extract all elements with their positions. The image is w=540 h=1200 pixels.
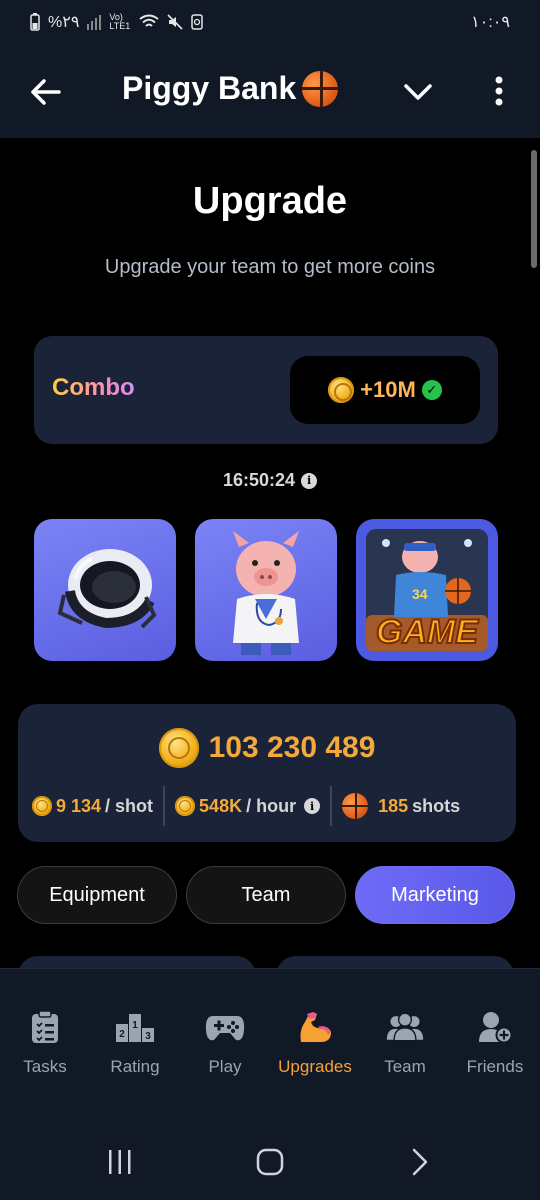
nav-tasks-label: Tasks xyxy=(23,1057,67,1076)
svg-text:3: 3 xyxy=(145,1031,151,1042)
combo-card-doctor-pig[interactable] xyxy=(195,519,337,661)
per-hour-stat: 548K / hour i xyxy=(175,795,321,817)
coin-icon xyxy=(158,728,199,768)
jersey-number: 34 xyxy=(412,586,428,602)
nav-rating-label: Rating xyxy=(110,1057,160,1076)
system-nav-bar xyxy=(0,1118,540,1200)
shots-unit: shots xyxy=(412,795,461,816)
neck-pillow-icon xyxy=(57,549,157,629)
balance-card: 103 230 489 9 134 / shot 548K / hour i 1… xyxy=(18,704,516,842)
combo-reward-value: +10M xyxy=(360,377,416,402)
nav-friends[interactable]: Friends xyxy=(450,1009,540,1077)
page-title: Upgrade xyxy=(192,180,348,222)
coin-icon xyxy=(32,796,52,816)
signal-icon xyxy=(87,15,102,30)
combo-card-game-pig[interactable]: 34 GAME xyxy=(356,519,498,661)
recycle-icon xyxy=(191,14,204,30)
per-hour-value: 548K xyxy=(199,795,243,816)
back-button[interactable] xyxy=(26,72,66,112)
info-icon[interactable]: i xyxy=(304,798,321,814)
svg-text:2: 2 xyxy=(119,1029,125,1040)
nav-play-label: Play xyxy=(208,1057,242,1076)
back-system-button[interactable] xyxy=(390,1142,450,1182)
nav-upgrades[interactable]: Upgrades xyxy=(270,1009,360,1077)
tab-team[interactable]: Team xyxy=(186,866,346,924)
app-title: Piggy Bank xyxy=(122,70,339,107)
tab-marketing[interactable]: Marketing xyxy=(355,866,515,924)
combo-timer: 16:50:24 i xyxy=(0,470,540,491)
basketball-icon xyxy=(342,793,369,819)
status-left: %۲۹ Vo) LTE1 xyxy=(30,12,204,32)
add-friend-icon xyxy=(475,1009,515,1045)
nav-rating[interactable]: 213 Rating xyxy=(90,1009,180,1077)
combo-cards: 34 GAME xyxy=(34,519,498,661)
per-hour-unit: / hour xyxy=(246,795,297,816)
podium-icon: 213 xyxy=(115,1009,155,1045)
info-icon[interactable]: i xyxy=(301,472,318,489)
divider xyxy=(163,786,166,826)
balance-amount: 103 230 489 xyxy=(18,728,516,768)
balance-value: 103 230 489 xyxy=(208,731,376,764)
check-icon: ✓ xyxy=(421,380,442,400)
combo-card-neck-pillow[interactable] xyxy=(34,519,176,661)
svg-text:1: 1 xyxy=(132,1020,138,1031)
upgrade-card[interactable] xyxy=(18,956,256,968)
per-shot-stat: 9 134 / shot xyxy=(32,796,153,817)
divider xyxy=(330,786,333,826)
dropdown-button[interactable] xyxy=(398,74,438,110)
recent-apps-button[interactable] xyxy=(90,1142,150,1182)
per-shot-unit: / shot xyxy=(105,795,154,816)
shots-value: 185 xyxy=(378,795,409,816)
home-icon xyxy=(256,1148,284,1176)
wifi-icon xyxy=(139,14,160,27)
nav-upgrades-label: Upgrades xyxy=(278,1057,352,1076)
coin-icon xyxy=(328,377,355,403)
nav-team-label: Team xyxy=(384,1057,426,1076)
more-options-button[interactable] xyxy=(482,68,516,114)
back-arrow-icon xyxy=(31,79,61,105)
gamepad-icon xyxy=(205,1009,245,1045)
doctor-pig-icon xyxy=(233,531,299,655)
upgrade-tabs: Equipment Team Marketing xyxy=(17,866,517,924)
nav-team[interactable]: Team xyxy=(360,1009,450,1077)
game-text: GAME xyxy=(376,613,479,651)
page-subtitle: Upgrade your team to get more coins xyxy=(104,256,436,278)
combo-label: Combo xyxy=(52,374,135,401)
nav-play[interactable]: Play xyxy=(180,1009,270,1077)
basketball-icon xyxy=(302,70,339,107)
clipboard-icon xyxy=(25,1009,65,1045)
coin-icon xyxy=(175,796,196,816)
chevron-down-icon xyxy=(404,84,432,100)
combo-card: Combo +10M ✓ xyxy=(34,336,498,444)
recent-apps-icon xyxy=(109,1150,131,1174)
battery-icon xyxy=(30,13,40,31)
stats-row: 9 134 / shot 548K / hour i 185 shots xyxy=(18,786,516,826)
flexed-arm-icon xyxy=(295,1009,335,1045)
tab-equipment[interactable]: Equipment xyxy=(17,866,177,924)
upgrade-card[interactable] xyxy=(276,956,514,968)
network-text: Vo) LTE1 xyxy=(109,12,131,31)
users-icon xyxy=(385,1009,425,1045)
combo-timer-value: 16:50:24 xyxy=(222,470,296,490)
mute-icon xyxy=(167,14,183,30)
home-button[interactable] xyxy=(240,1142,300,1182)
shots-stat: 185 shots xyxy=(342,793,460,819)
app-header: Piggy Bank xyxy=(0,44,540,138)
nav-tasks[interactable]: Tasks xyxy=(0,1009,90,1077)
combo-reward: +10M ✓ xyxy=(290,356,480,424)
nav-friends-label: Friends xyxy=(466,1057,524,1076)
main-content[interactable]: Upgrade Upgrade your team to get more co… xyxy=(0,138,540,968)
battery-text: %۲۹ xyxy=(48,14,80,31)
app-title-text: Piggy Bank xyxy=(122,70,297,106)
more-vertical-icon xyxy=(495,76,503,106)
status-bar: %۲۹ Vo) LTE1 ۱۰:۰۹ xyxy=(0,0,540,44)
chevron-right-icon xyxy=(412,1148,428,1176)
game-pig-icon: 34 GAME xyxy=(366,529,488,652)
bottom-nav: Tasks 213 Rating Play Upgrades Team Frie… xyxy=(0,968,540,1118)
status-time: ۱۰:۰۹ xyxy=(471,14,510,31)
per-shot-value: 9 134 xyxy=(56,795,102,816)
